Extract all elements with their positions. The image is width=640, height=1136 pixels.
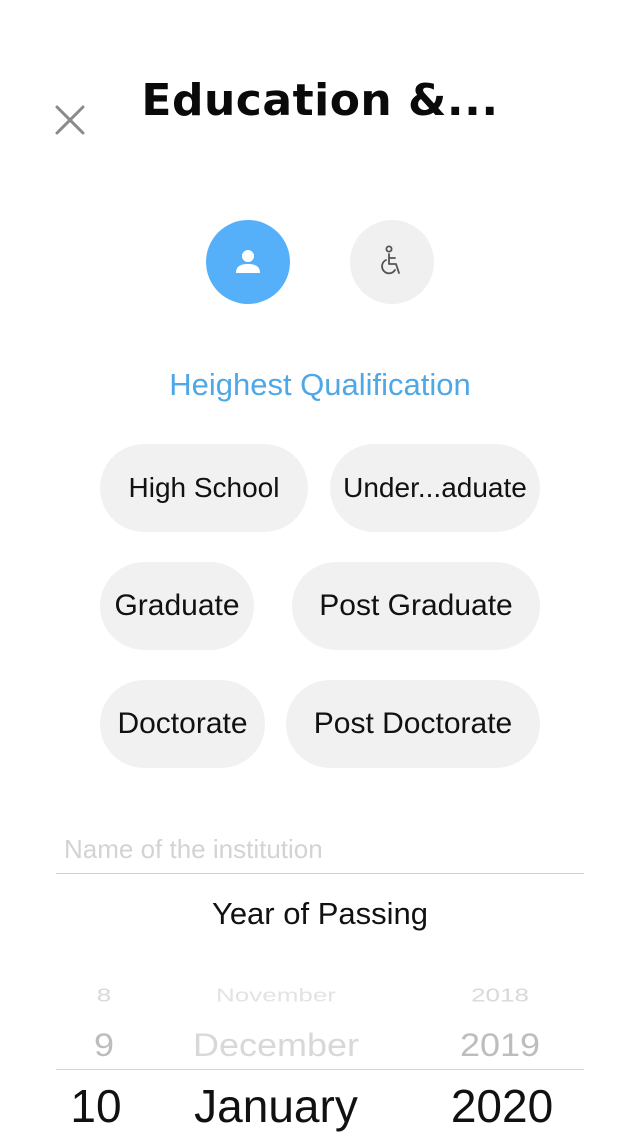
step-personal-button[interactable] xyxy=(206,220,290,304)
picker-month-selected[interactable]: January xyxy=(176,1078,376,1134)
close-icon xyxy=(55,105,85,135)
page-title: Education &... xyxy=(141,75,499,126)
picker-day-option[interactable]: 9 xyxy=(56,1026,152,1064)
picker-day-option[interactable]: 8 xyxy=(56,983,152,1007)
picker-year-selected[interactable]: 2020 xyxy=(442,1078,562,1134)
picker-selection-divider xyxy=(56,1069,584,1070)
institution-name-input[interactable] xyxy=(56,826,584,874)
chip-high-school[interactable]: High School xyxy=(100,444,308,532)
chip-doctorate[interactable]: Doctorate xyxy=(100,680,265,768)
chip-graduate[interactable]: Graduate xyxy=(100,562,254,650)
date-picker[interactable]: 8 November 2018 9 December 2019 10 Janua… xyxy=(56,960,584,1136)
chip-post-doctorate[interactable]: Post Doctorate xyxy=(286,680,540,768)
step-accessibility-button[interactable] xyxy=(350,220,434,304)
qualification-heading: Heighest Qualification xyxy=(169,367,471,402)
wheelchair-icon xyxy=(381,245,400,275)
picker-month-option[interactable]: November xyxy=(176,983,376,1007)
close-button[interactable] xyxy=(50,100,90,140)
picker-year-option[interactable]: 2018 xyxy=(440,983,560,1007)
chip-post-graduate[interactable]: Post Graduate xyxy=(292,562,540,650)
chip-undergraduate[interactable]: Under...aduate xyxy=(330,444,540,532)
picker-day-selected[interactable]: 10 xyxy=(56,1078,144,1134)
picker-year-option[interactable]: 2019 xyxy=(440,1026,560,1064)
picker-month-option[interactable]: December xyxy=(176,1026,376,1064)
year-of-passing-label: Year of Passing xyxy=(211,896,428,931)
person-icon xyxy=(236,250,260,273)
